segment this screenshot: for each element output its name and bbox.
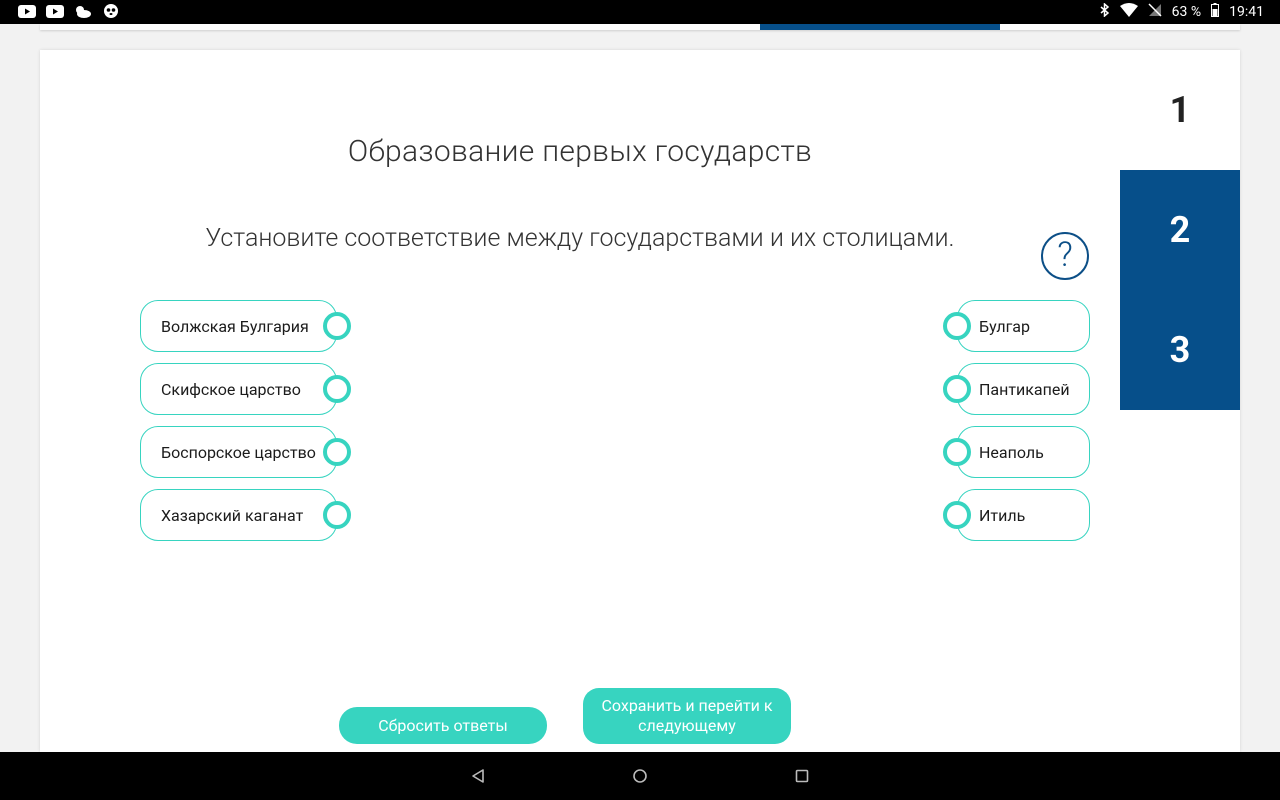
status-bar-system: 63 % 19:41	[1100, 0, 1264, 24]
save-and-next-button[interactable]: Сохранить и перейти к следующему	[583, 688, 791, 744]
match-right-connector[interactable]	[943, 312, 971, 340]
match-left-item[interactable]: Волжская Булгария	[140, 300, 337, 352]
match-right-label: Пантикапей	[979, 379, 1070, 399]
help-button[interactable]: ?	[1041, 232, 1089, 280]
match-right-connector[interactable]	[943, 375, 971, 403]
match-right-label: Неаполь	[979, 442, 1044, 462]
question-navigation: 1 2 3	[1120, 50, 1240, 410]
home-icon[interactable]	[630, 766, 650, 786]
match-left-label: Хазарский каганат	[161, 505, 304, 525]
match-left-item[interactable]: Боспорское царство	[140, 426, 337, 478]
match-left-connector[interactable]	[323, 438, 351, 466]
recents-icon[interactable]	[792, 766, 812, 786]
match-right-item[interactable]: Пантикапей	[957, 363, 1090, 415]
panda-icon	[102, 4, 120, 18]
task-instruction: Установите соответствие между государств…	[205, 224, 955, 253]
youtube-icon	[18, 4, 36, 18]
bluetooth-icon	[1100, 2, 1110, 21]
back-icon[interactable]	[468, 766, 488, 786]
match-left-item[interactable]: Скифское царство	[140, 363, 337, 415]
match-left-label: Волжская Булгария	[161, 316, 309, 336]
battery-icon	[1211, 3, 1220, 21]
match-left-connector[interactable]	[323, 375, 351, 403]
match-left-connector[interactable]	[323, 312, 351, 340]
reset-answers-button[interactable]: Сбросить ответы	[339, 707, 547, 744]
task-card: Образование первых государств Установите…	[40, 50, 1240, 752]
match-left-item[interactable]: Хазарский каганат	[140, 489, 337, 541]
match-right-label: Булгар	[979, 316, 1030, 336]
status-bar-notifications	[18, 4, 120, 18]
question-nav-item-2[interactable]: 2	[1120, 170, 1240, 290]
wifi-icon	[1119, 3, 1138, 21]
clock: 19:41	[1229, 4, 1264, 20]
system-navigation-bar	[0, 752, 1280, 800]
match-right-connector[interactable]	[943, 438, 971, 466]
match-right-item[interactable]: Итиль	[957, 489, 1090, 541]
match-left-label: Скифское царство	[161, 379, 301, 399]
match-right-label: Итиль	[979, 505, 1026, 525]
task-title: Образование первых государств	[347, 134, 813, 169]
no-sim-icon	[1148, 3, 1162, 21]
match-left-label: Боспорское царство	[161, 442, 316, 462]
question-nav-item-3[interactable]: 3	[1120, 290, 1240, 410]
youtube-icon	[46, 4, 64, 18]
battery-percent: 63 %	[1171, 4, 1202, 20]
match-right-item[interactable]: Неаполь	[957, 426, 1090, 478]
weather-icon	[74, 4, 92, 18]
status-bar: 63 % 19:41	[0, 0, 1280, 24]
previous-card-edge	[40, 24, 1240, 30]
question-nav-item-1[interactable]: 1	[1120, 50, 1240, 170]
top-tab-indicator	[760, 24, 1000, 30]
match-right-connector[interactable]	[943, 501, 971, 529]
match-left-connector[interactable]	[323, 501, 351, 529]
match-right-item[interactable]: Булгар	[957, 300, 1090, 352]
question-mark-icon: ?	[1057, 235, 1073, 275]
